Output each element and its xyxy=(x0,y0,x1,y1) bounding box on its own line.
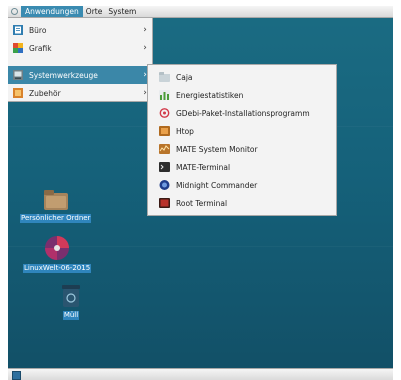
system-monitor-icon xyxy=(159,144,170,154)
desktop-icon-label: Müll xyxy=(62,311,80,320)
desktop-icon-label: LinuxWelt-06-2015 xyxy=(23,264,92,273)
submenu-item-label: Htop xyxy=(176,126,194,136)
submenu-item-label: Root Terminal xyxy=(176,198,228,208)
graphics-icon xyxy=(13,43,23,53)
desktop-icon-linuxwelt[interactable]: LinuxWelt-06-2015 xyxy=(23,235,92,273)
trash-icon xyxy=(62,285,80,307)
submenu-item-htop[interactable]: Htop xyxy=(148,122,336,140)
submenu-item-mate-terminal[interactable]: MATE-Terminal xyxy=(148,158,336,176)
root-terminal-icon xyxy=(159,198,170,208)
menu-item-label: Grafik xyxy=(29,43,52,53)
desktop-icon-home[interactable]: Persönlicher Ordner xyxy=(20,189,92,223)
menu-item-buero[interactable]: Büro › xyxy=(8,21,152,39)
menu-item-label: Zubehör xyxy=(29,88,61,98)
submenu-item-gdebi[interactable]: GDebi-Paket-Installationsprogramm xyxy=(148,104,336,122)
submenu-item-mate-system-monitor[interactable]: MATE System Monitor xyxy=(148,140,336,158)
menu-item-label: Büro xyxy=(29,25,47,35)
submenu-item-label: Energiestatistiken xyxy=(176,90,244,100)
submenu-item-energiestatistiken[interactable]: Energiestatistiken xyxy=(148,86,336,104)
submenu-item-caja[interactable]: Caja xyxy=(148,68,336,86)
menu-item-zubehoer[interactable]: Zubehör › xyxy=(8,84,152,102)
applications-menu: Büro › Grafik › Systemwerkzeuge › Zubehö… xyxy=(8,17,153,102)
caja-icon xyxy=(159,72,170,82)
midnight-commander-icon xyxy=(159,180,170,190)
htop-icon xyxy=(159,126,170,136)
submenu-item-label: Caja xyxy=(176,72,193,82)
gdebi-icon xyxy=(159,108,170,118)
menu-item-label: Systemwerkzeuge xyxy=(29,70,98,80)
desktop-icon-trash[interactable]: Müll xyxy=(60,284,82,320)
menu-system[interactable]: System xyxy=(105,6,139,17)
home-folder-icon xyxy=(43,190,68,210)
office-icon xyxy=(13,25,23,35)
menu-item-grafik[interactable]: Grafik › xyxy=(8,39,152,57)
submenu-item-label: GDebi-Paket-Installationsprogramm xyxy=(176,108,310,118)
accessories-icon xyxy=(13,88,23,98)
menu-orte[interactable]: Orte xyxy=(83,6,106,17)
terminal-icon xyxy=(159,162,170,172)
chevron-right-icon: › xyxy=(143,43,147,53)
show-desktop-button[interactable] xyxy=(12,371,21,380)
menu-item-systemwerkzeuge[interactable]: Systemwerkzeuge › xyxy=(8,66,152,84)
desktop-screen: Anwendungen Orte System Büro › Grafik › xyxy=(8,6,393,380)
system-tools-icon xyxy=(13,70,23,80)
menu-anwendungen[interactable]: Anwendungen xyxy=(21,6,83,17)
submenu-item-label: MATE System Monitor xyxy=(176,144,258,154)
system-tools-submenu: Caja Energiestatistiken GDebi-Paket-Inst… xyxy=(147,64,337,216)
submenu-item-label: Midnight Commander xyxy=(176,180,258,190)
disc-icon xyxy=(45,236,70,260)
chevron-right-icon: › xyxy=(143,25,147,35)
bottom-panel xyxy=(8,368,393,380)
submenu-item-label: MATE-Terminal xyxy=(176,162,231,172)
submenu-item-midnight-commander[interactable]: Midnight Commander xyxy=(148,176,336,194)
mate-logo-icon[interactable] xyxy=(8,6,21,17)
submenu-item-root-terminal[interactable]: Root Terminal xyxy=(148,194,336,212)
desktop-icon-label: Persönlicher Ordner xyxy=(20,214,92,223)
power-statistics-icon xyxy=(159,90,170,100)
